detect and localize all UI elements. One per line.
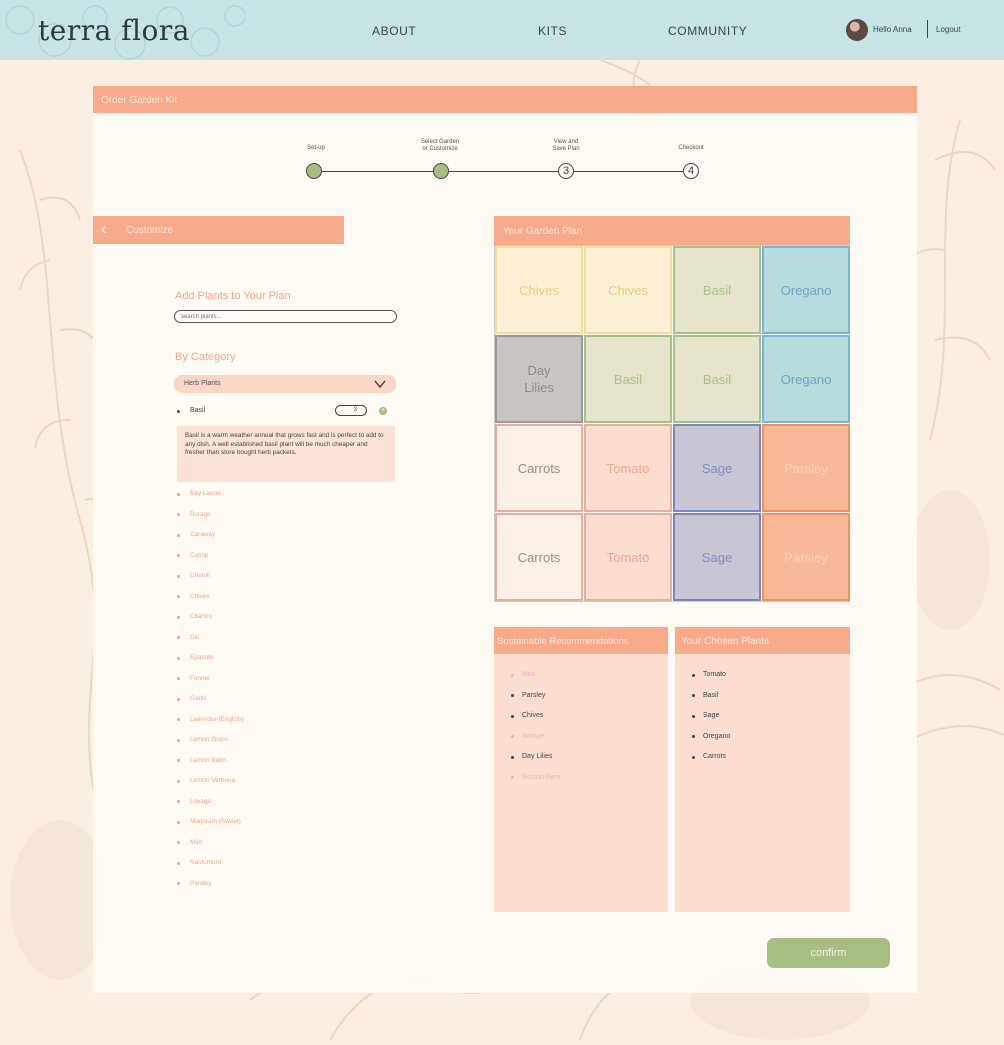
garden-cell[interactable]: Tomato	[584, 424, 672, 512]
customize-label: Customize	[126, 225, 174, 236]
customize-back-bar[interactable]: ‹ Customize	[93, 216, 344, 244]
recommendation-item[interactable]: Chives	[511, 711, 560, 732]
garden-cell[interactable]: Carrots	[495, 424, 583, 512]
recommendation-item[interactable]: Boston Fern	[511, 773, 560, 794]
herb-list-item[interactable]: Epazote	[177, 653, 244, 674]
herb-list-item[interactable]: Cilantro	[177, 612, 244, 633]
garden-cell[interactable]: Parsley	[762, 424, 850, 512]
garden-cell[interactable]: Sage	[673, 513, 761, 601]
chosen-plant-item: Sage	[692, 711, 730, 732]
garden-cell[interactable]: Tomato	[584, 513, 672, 601]
herb-list-item[interactable]: Dill	[177, 633, 244, 654]
recommendation-item[interactable]: Day Lilies	[511, 752, 560, 773]
recommendation-item[interactable]: Borage	[511, 732, 560, 753]
garden-plan-header: Your Garden Plan	[494, 216, 850, 245]
herb-list-item[interactable]: Caraway	[177, 530, 244, 551]
chosen-plant-item: Tomato	[692, 670, 730, 691]
herb-list-item[interactable]: Lemon Balm	[177, 756, 244, 777]
expanded-plant-row[interactable]: Basil 3 +	[174, 403, 396, 419]
herb-list-item[interactable]: Lemon Verbena	[177, 776, 244, 797]
category-dropdown[interactable]: Herb Plants	[174, 375, 396, 393]
brand-logo[interactable]: terra flora	[38, 14, 190, 47]
panel-title: Order Garden Kit	[101, 95, 178, 106]
chosen-plants-title: Your Chosen Plants	[681, 636, 770, 647]
nav-community[interactable]: COMMUNITY	[668, 24, 747, 38]
step-1-label: Set-up	[307, 145, 325, 151]
recommendation-item[interactable]: Mint	[511, 670, 560, 691]
garden-cell[interactable]: Basil	[584, 335, 672, 423]
garden-cell[interactable]: Oregano	[762, 246, 850, 334]
garden-cell[interactable]: Chives	[584, 246, 672, 334]
step-connector	[449, 171, 558, 172]
add-plants-title: Add Plants to Your Plan	[175, 290, 291, 302]
chevron-left-icon[interactable]: ‹	[101, 219, 107, 239]
garden-cell[interactable]: Basil	[673, 335, 761, 423]
herb-list-item[interactable]: Nasturtium	[177, 858, 244, 879]
chosen-plant-item: Carrots	[692, 752, 730, 773]
user-greeting: Hello Anna	[873, 25, 912, 34]
garden-plan-title: Your Garden Plan	[503, 226, 583, 237]
step-3-label: View and Save Plan	[552, 139, 580, 152]
herb-list-item[interactable]: Parsley	[177, 879, 244, 900]
plant-description: Basil is a warm weather annual that grow…	[177, 426, 395, 482]
garden-cell[interactable]: Carrots	[495, 513, 583, 601]
chosen-plants-panel: Your Chosen Plants Tomato Basil Sage Oregan…	[675, 627, 850, 912]
user-avatar[interactable]	[846, 19, 868, 41]
step-1-circle[interactable]: 1	[306, 163, 322, 179]
chosen-plant-item: Basil	[692, 691, 730, 712]
top-header: terra flora ABOUT KITS COMMUNITY Hello A…	[0, 0, 1004, 60]
garden-plan-grid: Chives Chives Basil Oregano Day Lilies Basil B…	[494, 245, 850, 602]
recommendations-list: Mint Parsley Chives Borage Day Lilies Boston …	[511, 670, 560, 793]
header-divider	[927, 20, 928, 38]
herb-list-item[interactable]: Chervil	[177, 571, 244, 592]
garden-cell[interactable]: Day Lilies	[495, 335, 583, 423]
chosen-plants-header: Your Chosen Plants	[675, 627, 850, 654]
search-plants-input[interactable]	[174, 310, 397, 323]
nav-about[interactable]: ABOUT	[372, 24, 416, 38]
herb-list-item[interactable]: Lavender (English)	[177, 715, 244, 736]
logout-link[interactable]: Logout	[936, 25, 960, 34]
herb-list-item[interactable]: Lemon Grass	[177, 735, 244, 756]
chevron-down-icon	[374, 380, 386, 389]
confirm-button[interactable]: confirm	[767, 938, 890, 968]
recommendations-header: Sustainable Recommendations	[494, 627, 668, 654]
herb-list-item[interactable]: Garlic	[177, 694, 244, 715]
category-selected: Herb Plants	[184, 380, 221, 387]
step-3-circle[interactable]: 3	[558, 163, 574, 179]
recommendation-item[interactable]: Parsley	[511, 691, 560, 712]
quantity-stepper[interactable]: 3	[335, 405, 367, 416]
garden-cell[interactable]: Chives	[495, 246, 583, 334]
step-connector	[322, 171, 433, 172]
step-2-label: Select Garden or Customize	[420, 139, 460, 152]
herb-list-item[interactable]: Chives	[177, 592, 244, 613]
garden-cell[interactable]: Basil	[673, 246, 761, 334]
add-plant-button[interactable]: +	[379, 407, 387, 415]
herb-list-item[interactable]: Mint	[177, 838, 244, 859]
herb-list-item[interactable]: Borage	[177, 510, 244, 531]
step-connector	[574, 171, 683, 172]
recommendations-panel: Sustainable Recommendations Mint Parsley C…	[494, 627, 668, 912]
herb-list-item[interactable]: Marjoram (Sweet)	[177, 817, 244, 838]
garden-cell[interactable]: Oregano	[762, 335, 850, 423]
chosen-plant-item: Oregano	[692, 732, 730, 753]
bullet-icon	[177, 410, 180, 413]
herb-list: Bay Laurel Borage Caraway Catnip Chervil Chiv…	[177, 489, 244, 899]
step-4-label: Checkout	[678, 145, 704, 151]
herb-list-item[interactable]: Fennel	[177, 674, 244, 695]
by-category-title: By Category	[175, 351, 236, 363]
garden-cell[interactable]: Sage	[673, 424, 761, 512]
garden-cell[interactable]: Parsley	[762, 513, 850, 601]
step-2-circle[interactable]: 2	[433, 163, 449, 179]
herb-list-item[interactable]: Bay Laurel	[177, 489, 244, 510]
plant-name: Basil	[190, 407, 206, 414]
recommendations-title: Sustainable Recommendations	[497, 636, 629, 647]
step-4-circle[interactable]: 4	[683, 163, 699, 179]
herb-list-item[interactable]: Catnip	[177, 551, 244, 572]
order-panel-header: Order Garden Kit	[93, 86, 917, 113]
herb-list-item[interactable]: Lovage	[177, 797, 244, 818]
chosen-plants-list: Tomato Basil Sage Oregano Carrots	[692, 670, 730, 773]
nav-kits[interactable]: KITS	[538, 24, 567, 38]
